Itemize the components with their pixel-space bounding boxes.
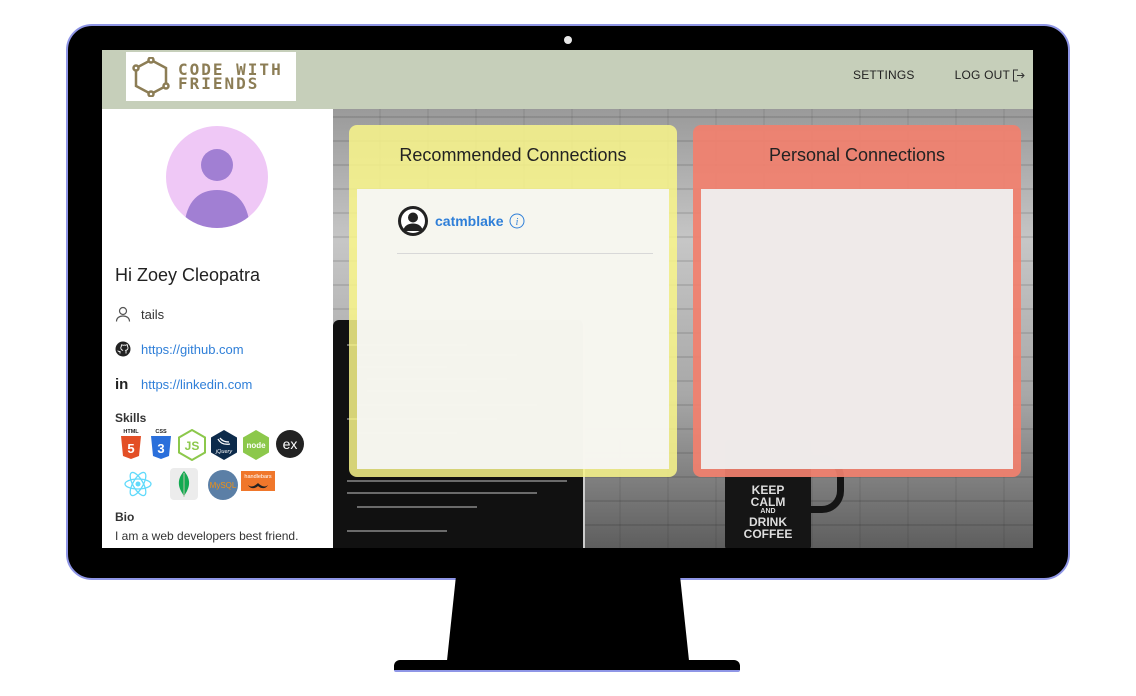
user-avatar-icon bbox=[398, 206, 428, 236]
monitor-base bbox=[394, 660, 740, 672]
html5-icon: HTML 5 bbox=[117, 427, 145, 461]
linkedin-icon: in bbox=[115, 376, 129, 393]
github-link[interactable]: https://github.com bbox=[141, 342, 244, 357]
username-text: tails bbox=[141, 306, 165, 322]
react-icon bbox=[123, 469, 153, 499]
webcam-dot bbox=[564, 36, 572, 44]
svg-text:JS: JS bbox=[185, 439, 200, 453]
svg-text:5: 5 bbox=[127, 441, 134, 456]
connection-name[interactable]: catmblake bbox=[435, 213, 503, 229]
personal-connections-list bbox=[701, 189, 1013, 469]
svg-text:3: 3 bbox=[157, 441, 164, 456]
info-icon[interactable]: i bbox=[509, 213, 525, 229]
svg-text:HTML: HTML bbox=[123, 429, 139, 435]
skills-heading: Skills bbox=[115, 411, 147, 425]
handlebars-icon: handlebars bbox=[241, 471, 275, 491]
mug-text: KEEP CALM AND DRINK COFFEE bbox=[725, 484, 811, 540]
css3-icon: CSS 3 bbox=[147, 427, 175, 461]
username-row: tails bbox=[115, 306, 164, 322]
linkedin-link[interactable]: https://linkedin.com bbox=[141, 377, 252, 392]
logout-label: LOG OUT bbox=[954, 68, 1010, 82]
recommended-connections-list: catmblake i bbox=[357, 189, 669, 469]
bio-heading: Bio bbox=[115, 510, 135, 524]
user-icon bbox=[115, 306, 131, 322]
logo-line-2: FRIENDS bbox=[178, 73, 260, 93]
avatar bbox=[166, 126, 268, 228]
mug-line-2: CALM bbox=[750, 495, 786, 509]
navbar: CODE WITH FRIENDS SETTINGS LOG OUT bbox=[102, 50, 1033, 109]
greeting-heading: Hi Zoey Cleopatra bbox=[115, 265, 261, 285]
svg-text:CSS: CSS bbox=[155, 429, 167, 435]
bio-text: I am a web developers best friend. bbox=[115, 529, 299, 543]
express-icon: ex bbox=[275, 429, 305, 459]
personal-connections-panel: Personal Connections bbox=[693, 125, 1021, 477]
logout-link[interactable]: LOG OUT bbox=[955, 68, 1025, 82]
user-avatar-icon bbox=[184, 149, 250, 228]
logout-icon bbox=[1013, 69, 1025, 81]
connection-item[interactable]: catmblake i bbox=[397, 205, 525, 237]
svg-text:i: i bbox=[516, 217, 519, 228]
svg-text:jQuery: jQuery bbox=[215, 449, 233, 455]
logo[interactable]: CODE WITH FRIENDS bbox=[126, 52, 296, 101]
app-screen: CODE WITH FRIENDS SETTINGS LOG OUT Hi Zo… bbox=[102, 50, 1033, 548]
logo-text: CODE WITH FRIENDS bbox=[178, 61, 283, 93]
jquery-icon: jQuery bbox=[209, 429, 239, 461]
logo-hexagon-icon bbox=[132, 56, 170, 97]
mug-line-5: COFFEE bbox=[743, 527, 793, 541]
recommended-connections-panel: Recommended Connections catmblake i bbox=[349, 125, 677, 477]
nodejs-icon: node bbox=[241, 429, 271, 461]
mongodb-icon bbox=[169, 467, 199, 501]
github-row: https://github.com bbox=[115, 341, 244, 357]
github-icon bbox=[115, 341, 131, 357]
mysql-icon: MySQL bbox=[207, 469, 239, 501]
recommended-connections-title: Recommended Connections bbox=[399, 145, 627, 165]
svg-text:handlebars: handlebars bbox=[244, 474, 271, 480]
profile-sidebar: Hi Zoey Cleopatra tails https://github.c… bbox=[102, 109, 333, 548]
javascript-icon: JS bbox=[177, 429, 207, 461]
settings-label: SETTINGS bbox=[852, 68, 915, 82]
personal-connections-title: Personal Connections bbox=[768, 145, 946, 165]
monitor-stand bbox=[446, 578, 690, 670]
nav-links: SETTINGS LOG OUT bbox=[853, 68, 1025, 82]
connections-area: KEEP CALM AND DRINK COFFEE Recommended C… bbox=[333, 109, 1033, 548]
settings-link[interactable]: SETTINGS bbox=[853, 68, 915, 82]
svg-text:ex: ex bbox=[283, 436, 298, 452]
svg-text:node: node bbox=[246, 441, 266, 450]
svg-text:MySQL: MySQL bbox=[210, 481, 237, 490]
connection-divider bbox=[397, 253, 653, 254]
linkedin-row: in https://linkedin.com bbox=[115, 376, 252, 393]
